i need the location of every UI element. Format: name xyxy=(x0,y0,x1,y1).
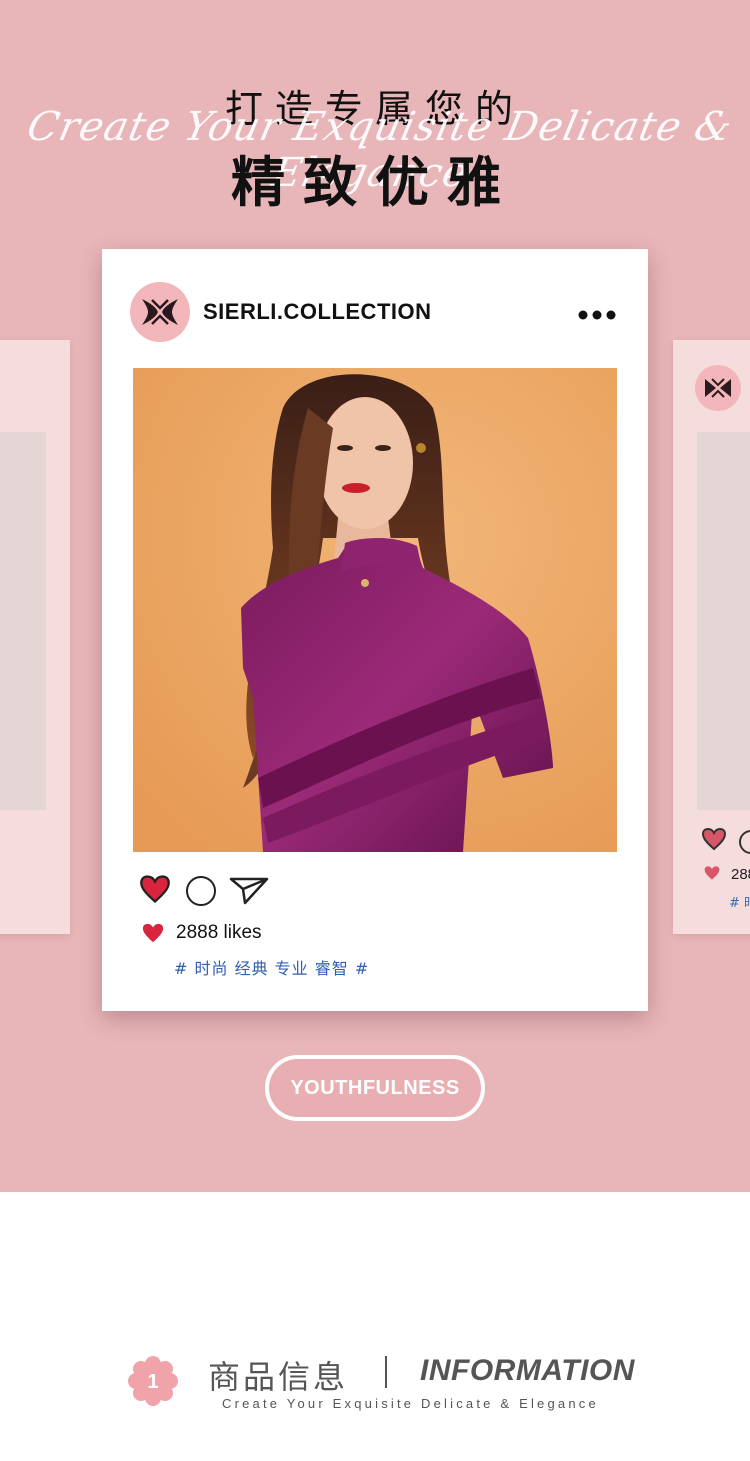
like-count-heart-icon xyxy=(703,865,721,885)
side-card-photo-placeholder xyxy=(697,432,750,810)
like-heart-icon[interactable] xyxy=(138,874,172,908)
side-likes-text: 288 xyxy=(731,866,750,883)
side-hashtags: # 时 xyxy=(729,896,750,911)
send-share-icon[interactable] xyxy=(229,875,269,909)
section-number-flower-icon: 1 xyxy=(128,1356,178,1410)
brand-logo-icon[interactable] xyxy=(130,282,190,342)
model-in-purple-dress-photo xyxy=(133,368,617,852)
comment-icon[interactable] xyxy=(186,876,216,906)
side-card-photo-placeholder xyxy=(0,432,46,810)
youthfulness-button[interactable]: YOUTHFULNESS xyxy=(265,1055,485,1121)
section-divider xyxy=(385,1356,387,1388)
more-horizontal-icon[interactable] xyxy=(577,306,617,320)
post-hashtags[interactable]: # 时尚 经典 专业 睿智 # xyxy=(174,955,369,979)
side-card-right: 288 # 时 xyxy=(673,340,750,934)
account-name[interactable]: SIERLI.COLLECTION xyxy=(203,299,432,325)
comment-icon[interactable] xyxy=(739,830,750,854)
section-number: 1 xyxy=(147,1371,158,1393)
section-title-en: INFORMATION xyxy=(420,1354,635,1387)
section-subtitle: Create Your Exquisite Delicate & Eleganc… xyxy=(222,1396,599,1411)
like-count-heart-icon xyxy=(141,922,165,948)
social-post-card: SIERLI.COLLECTION 2888 likes # 时尚 经典 专业 … xyxy=(102,249,648,1011)
heart-icon[interactable] xyxy=(701,827,727,855)
section-title-cn: 商品信息 xyxy=(208,1358,349,1396)
brand-logo-icon xyxy=(695,365,741,411)
likes-count: 2888 likes xyxy=(176,922,262,943)
side-card-left xyxy=(0,340,70,934)
headline-cn-large: 精致优雅 xyxy=(231,151,519,214)
